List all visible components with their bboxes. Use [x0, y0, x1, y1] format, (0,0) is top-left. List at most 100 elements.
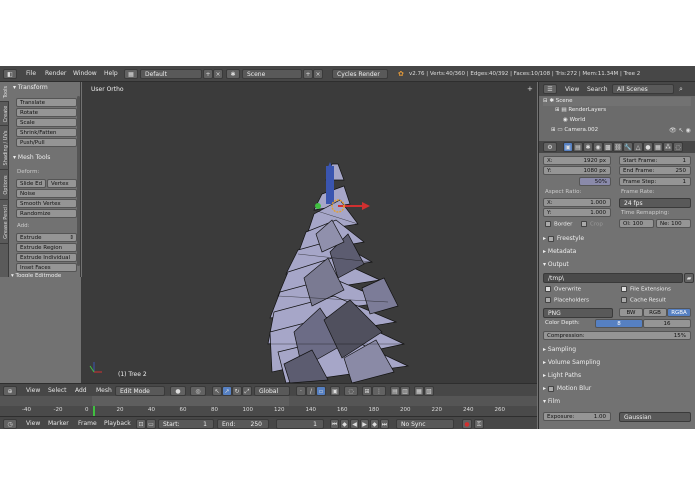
depth-8-button[interactable]: 8: [595, 319, 643, 328]
resolution-y-field[interactable]: Y: 1080 px: [543, 166, 611, 175]
play-icon[interactable]: ▶: [360, 419, 369, 429]
randomize-button[interactable]: Randomize: [16, 209, 77, 218]
frame-step-prop[interactable]: Frame Step: 1: [619, 177, 691, 186]
prev-key-icon[interactable]: ◆: [340, 419, 349, 429]
timeline[interactable]: -40 -20 0 20 40 60 80 100 120 140 160 180 200 220 240 2…: [0, 396, 537, 416]
properties-type-icon[interactable]: ⚙: [543, 142, 557, 152]
physics-tab-icon[interactable]: ◌: [673, 142, 683, 152]
border-checkbox[interactable]: Border: [545, 221, 572, 228]
cache-result-checkbox[interactable]: Cache Result: [621, 297, 666, 304]
mesh-tools-header[interactable]: ▾ Mesh Tools: [13, 154, 50, 161]
add-scene-button[interactable]: +: [303, 69, 313, 79]
lock-range-icon[interactable]: ▭: [146, 419, 156, 429]
tool-shelf-scrollbar[interactable]: [77, 96, 80, 266]
scene-icon[interactable]: ✱: [226, 69, 240, 79]
depth-16-button[interactable]: 16: [643, 319, 691, 328]
slide-edge-button[interactable]: Slide Ed: [16, 179, 46, 188]
menu-mesh[interactable]: Mesh: [96, 387, 112, 394]
display-mode-select[interactable]: All Scenes: [612, 84, 674, 94]
3d-viewport[interactable]: User Ortho (1) Tree 2 +: [82, 82, 537, 383]
screen-layout-icon[interactable]: ▦: [124, 69, 138, 79]
outliner-item-camera[interactable]: ⊞ ▭ Camera.002: [551, 127, 598, 133]
visibility-icons[interactable]: 👁 ↖ ◉: [669, 127, 691, 134]
start-frame-field[interactable]: Start: 1: [158, 419, 214, 429]
noise-button[interactable]: Noise: [16, 189, 77, 198]
outliner-view-menu[interactable]: View: [565, 86, 579, 93]
shrink-fatten-button[interactable]: Shrink/Fatten: [16, 128, 77, 137]
resolution-x-field[interactable]: X: 1920 px: [543, 156, 611, 165]
extrude-button[interactable]: Extrude ⇕: [16, 233, 77, 242]
scene-tab-icon[interactable]: ✱: [583, 142, 593, 152]
proportional-icon[interactable]: ◌: [344, 386, 358, 396]
aspect-x-field[interactable]: X: 1.000: [543, 198, 611, 207]
bw-button[interactable]: BW: [619, 308, 643, 317]
orientation-select[interactable]: Global: [254, 386, 290, 396]
keying-set-icon[interactable]: ⚿: [474, 419, 484, 429]
menu-help[interactable]: Help: [104, 70, 118, 77]
manipulator-icon[interactable]: ↖: [212, 386, 222, 396]
face-select-icon[interactable]: ▫: [316, 386, 326, 396]
pivot-icon[interactable]: ◎: [190, 386, 206, 396]
preview-range-icon[interactable]: ⊡: [136, 419, 146, 429]
opengl-anim-icon[interactable]: ▧: [424, 386, 434, 396]
filter-type-select[interactable]: Gaussian: [619, 412, 691, 422]
scene-field[interactable]: Scene: [242, 69, 302, 79]
file-extensions-checkbox[interactable]: File Extensions: [621, 286, 671, 293]
occlude-icon[interactable]: ▣: [330, 386, 340, 396]
renderlayers-tab-icon[interactable]: ▤: [573, 142, 583, 152]
motion-blur-panel-header[interactable]: ▸ Motion Blur: [543, 385, 591, 392]
modifiers-tab-icon[interactable]: 🔧: [623, 142, 633, 152]
edge-select-icon[interactable]: /: [306, 386, 316, 396]
data-tab-icon[interactable]: △: [633, 142, 643, 152]
render-tab-icon[interactable]: ▣: [563, 142, 573, 152]
scale-button[interactable]: Scale: [16, 118, 77, 127]
opengl-render-icon[interactable]: ▦: [414, 386, 424, 396]
render-icon[interactable]: ▤: [390, 386, 400, 396]
object-tab-icon[interactable]: ▩: [603, 142, 613, 152]
output-path-field[interactable]: /tmp\: [543, 273, 683, 283]
extrude-individual-button[interactable]: Extrude Individual: [16, 253, 77, 262]
outliner-item-world[interactable]: ◉ World: [563, 117, 585, 123]
particles-tab-icon[interactable]: ⁂: [663, 142, 673, 152]
tab-options[interactable]: Options: [0, 170, 9, 200]
resolution-percent-field[interactable]: 50%: [579, 177, 611, 186]
menu-frame[interactable]: Frame: [78, 420, 97, 427]
output-panel-header[interactable]: ▾ Output: [543, 261, 569, 268]
remove-layout-button[interactable]: ×: [213, 69, 223, 79]
tab-grease-pencil[interactable]: Grease Pencil: [0, 200, 9, 244]
tab-create[interactable]: Create: [0, 102, 9, 126]
editor-type-icon-3d[interactable]: ⊕: [3, 386, 17, 396]
outliner-search-menu[interactable]: Search: [587, 86, 608, 93]
next-key-icon[interactable]: ◆: [370, 419, 379, 429]
metadata-panel-header[interactable]: ▸ Metadata: [543, 248, 576, 255]
translate-button[interactable]: Translate: [16, 98, 77, 107]
end-frame-prop[interactable]: End Frame: 250: [619, 166, 691, 175]
inset-faces-button[interactable]: Inset Faces: [16, 263, 77, 272]
push-pull-button[interactable]: Push/Pull: [16, 138, 77, 147]
material-tab-icon[interactable]: ●: [643, 142, 653, 152]
freestyle-panel-header[interactable]: ▸ Freestyle: [543, 235, 584, 242]
play-reverse-icon[interactable]: ◀: [350, 419, 359, 429]
record-icon[interactable]: ●: [462, 419, 472, 429]
overwrite-checkbox[interactable]: Overwrite: [545, 286, 581, 293]
remove-scene-button[interactable]: ×: [313, 69, 323, 79]
light-paths-panel-header[interactable]: ▸ Light Paths: [543, 372, 581, 379]
remap-old-field[interactable]: Ol: 100: [619, 219, 654, 228]
end-frame-field[interactable]: End: 250: [217, 419, 269, 429]
file-format-select[interactable]: PNG: [543, 308, 613, 318]
menu-view[interactable]: View: [26, 387, 40, 394]
world-tab-icon[interactable]: ◉: [593, 142, 603, 152]
crop-checkbox[interactable]: Crop: [581, 221, 603, 228]
menu-select[interactable]: Select: [48, 387, 67, 394]
remap-new-field[interactable]: Ne: 100: [656, 219, 691, 228]
jump-end-icon[interactable]: ⏭: [380, 419, 389, 429]
rgba-button[interactable]: RGBA: [667, 308, 691, 317]
menu-window[interactable]: Window: [73, 70, 97, 77]
snap-element-icon[interactable]: ⋮: [372, 386, 386, 396]
start-frame-prop[interactable]: Start Frame: 1: [619, 156, 691, 165]
menu-render[interactable]: Render: [45, 70, 66, 77]
outliner-item-scene[interactable]: ⊟ ✱ Scene: [543, 97, 691, 106]
sync-select[interactable]: No Sync: [396, 419, 454, 429]
extrude-region-button[interactable]: Extrude Region: [16, 243, 77, 252]
mode-select[interactable]: Edit Mode: [115, 386, 165, 396]
